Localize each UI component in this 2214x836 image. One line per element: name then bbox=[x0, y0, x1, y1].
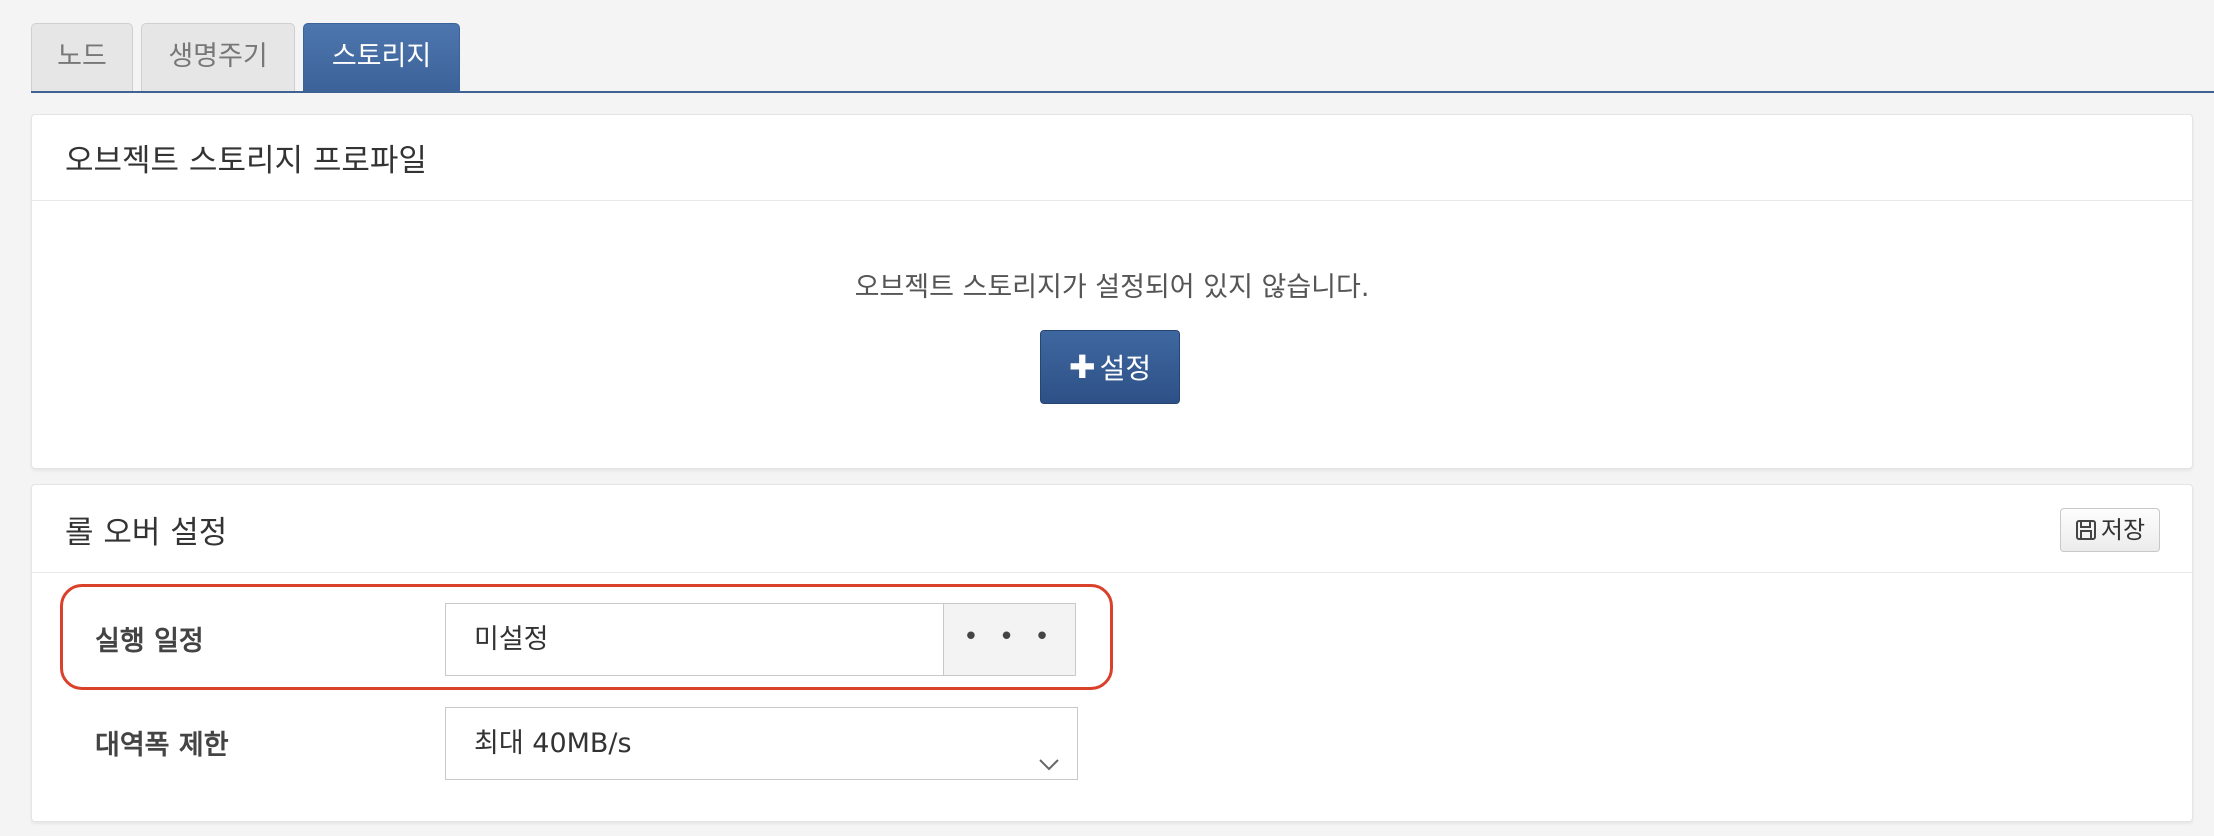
schedule-input[interactable]: 미설정 bbox=[445, 603, 944, 676]
panel-header: 오브젝트 스토리지 프로파일 bbox=[32, 115, 2192, 201]
tab-storage[interactable]: 스토리지 bbox=[303, 23, 460, 91]
object-storage-panel: 오브젝트 스토리지 프로파일 오브젝트 스토리지가 설정되어 있지 않습니다. … bbox=[31, 114, 2193, 469]
setup-button[interactable]: ✚ 설정 bbox=[1040, 330, 1180, 404]
panel-header: 롤 오버 설정 저장 bbox=[32, 485, 2192, 573]
rollover-title: 롤 오버 설정 bbox=[65, 515, 228, 551]
object-storage-title: 오브젝트 스토리지 프로파일 bbox=[65, 143, 427, 179]
save-button-label: 저장 bbox=[2100, 516, 2146, 544]
tab-bar: 노드 생명주기 스토리지 bbox=[31, 23, 2214, 93]
rollover-panel: 롤 오버 설정 저장 실행 일정 미설정 • • • 대역폭 제한 최대 40M… bbox=[31, 484, 2193, 822]
schedule-label: 실행 일정 bbox=[95, 626, 204, 657]
save-button[interactable]: 저장 bbox=[2060, 508, 2160, 552]
floppy-disk-icon bbox=[2075, 516, 2101, 544]
bandwidth-label: 대역폭 제한 bbox=[95, 730, 229, 761]
setup-button-label: 설정 bbox=[1099, 352, 1152, 385]
tab-node[interactable]: 노드 bbox=[31, 23, 133, 91]
tab-lifecycle[interactable]: 생명주기 bbox=[141, 23, 295, 91]
plus-icon: ✚ bbox=[1068, 348, 1096, 386]
chevron-down-icon bbox=[1037, 732, 1061, 803]
empty-message: 오브젝트 스토리지가 설정되어 있지 않습니다. bbox=[854, 272, 1370, 303]
bandwidth-selected-value: 최대 40MB/s bbox=[474, 728, 632, 759]
bandwidth-select[interactable]: 최대 40MB/s bbox=[445, 707, 1078, 780]
schedule-picker-button[interactable]: • • • bbox=[943, 603, 1076, 676]
